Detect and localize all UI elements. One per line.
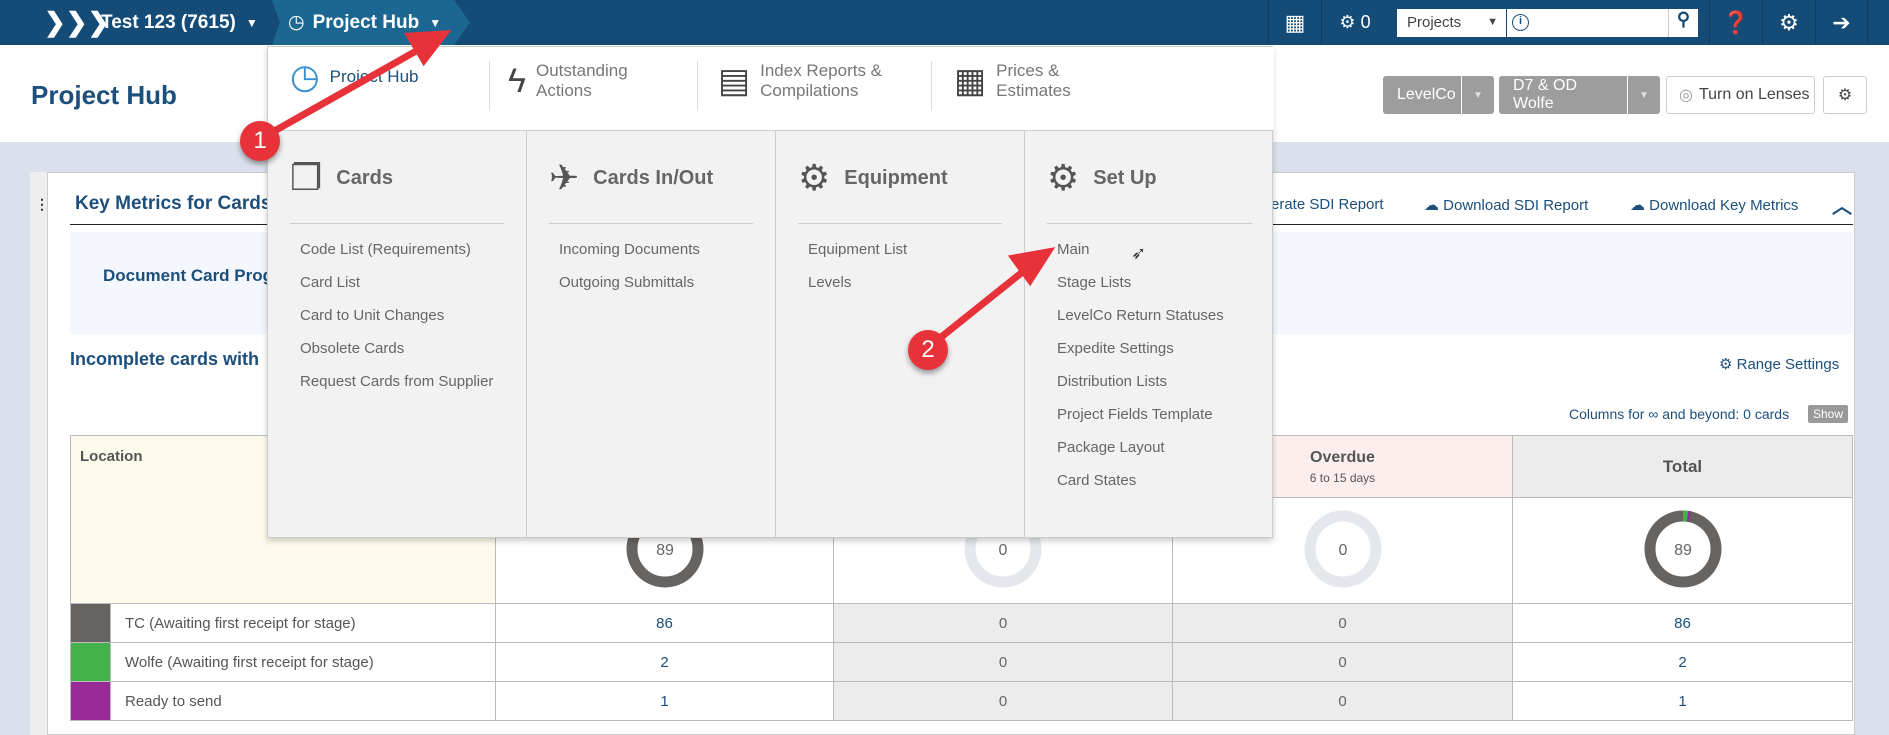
annotation-badge-1: 1 (240, 121, 280, 161)
arrow-head-icon (404, 30, 452, 67)
annotation-badge-2: 2 (908, 330, 948, 370)
annotation-arrow-2 (926, 262, 1034, 350)
mouse-cursor-icon: ➶ (1131, 243, 1147, 263)
annotation-arrow-1 (258, 42, 429, 142)
annotation-arrows (258, 30, 1056, 350)
